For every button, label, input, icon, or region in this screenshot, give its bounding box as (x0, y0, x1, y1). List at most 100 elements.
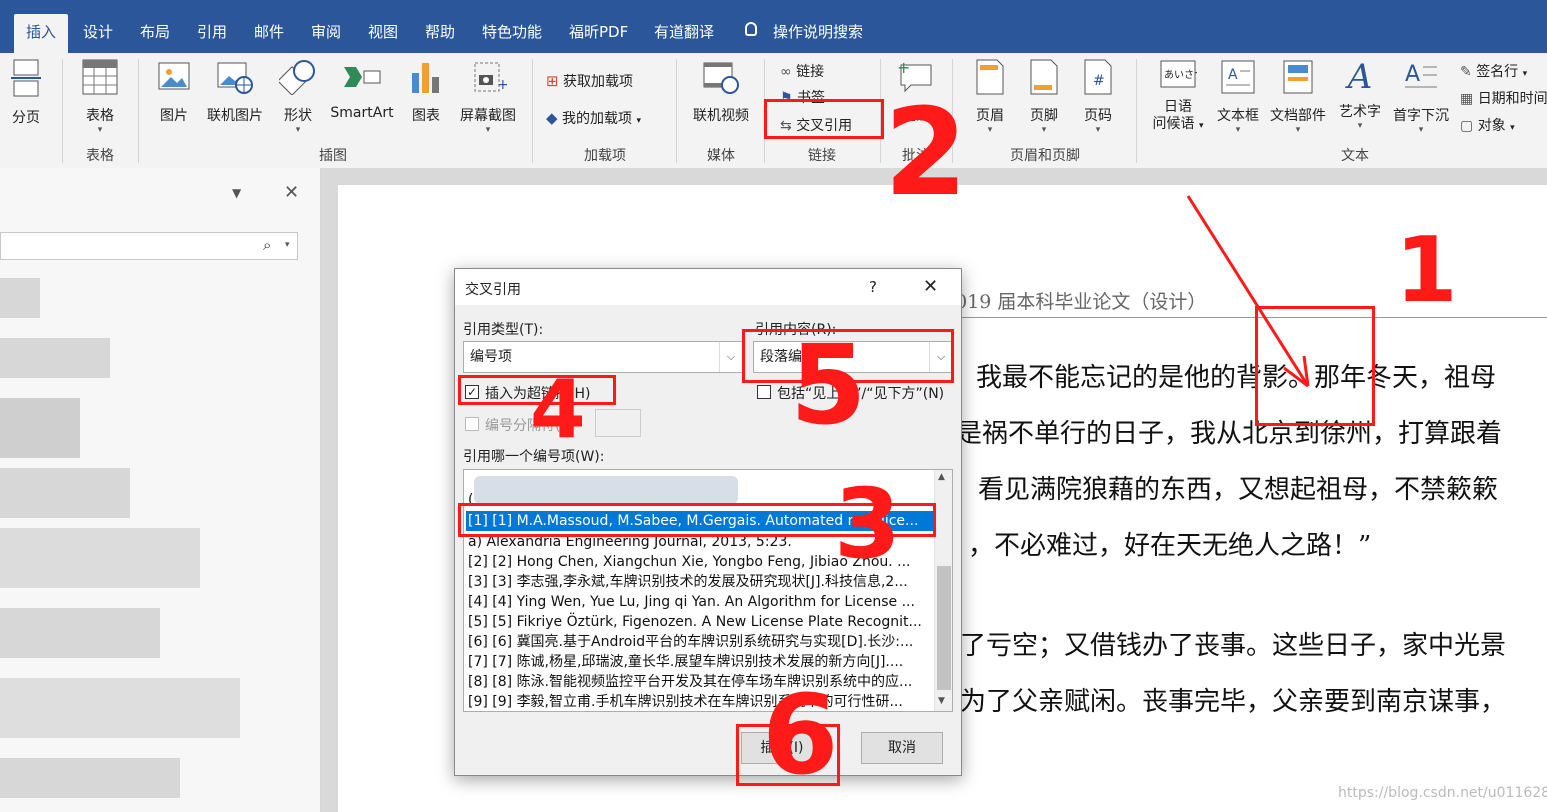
tab-references[interactable]: 引用 (185, 14, 239, 53)
doc-line-2: 是祸不单行的日子，我从北京到徐州，打算跟着 (956, 419, 1503, 449)
japanese-greeting-icon: あいさつ (1160, 60, 1204, 88)
list-item[interactable]: [9] [9] 李毅,智立甫.手机车牌识别技术在车牌识别系统中的可行性研... (468, 692, 928, 711)
close-icon[interactable]: ✕ (284, 182, 299, 203)
doc-line-3: 看见满院狼藉的东西，又想起祖母，不禁簌簌 (978, 475, 1499, 505)
header-button[interactable]: 页眉 ▾ (968, 59, 1012, 135)
help-button[interactable]: ? (869, 278, 877, 296)
quick-parts-button[interactable]: 文档部件 ▾ (1266, 59, 1330, 135)
pane-options-icon[interactable]: ▼ (232, 186, 241, 200)
signature-icon: ✎ (1460, 64, 1472, 80)
ribbon-separator (1136, 59, 1137, 163)
svg-text:#: # (1093, 73, 1105, 89)
shapes-icon (277, 60, 315, 96)
scroll-down-icon[interactable]: ▼ (938, 696, 945, 706)
list-item[interactable]: [6] [6] 冀国亮.基于Android平台的车牌识别系统研究与实现[D].长… (468, 632, 928, 652)
object-button[interactable]: ▢ 对象 ▾ (1460, 115, 1515, 135)
close-icon[interactable]: ✕ (923, 276, 938, 297)
dropcap-button[interactable]: A 首字下沉 ▾ (1388, 59, 1454, 135)
annotation-arrow (1186, 195, 1310, 388)
blurred-content (0, 398, 80, 458)
footer-button[interactable]: 页脚 ▾ (1022, 59, 1066, 135)
cancel-button[interactable]: 取消 (861, 732, 943, 764)
tab-design[interactable]: 设计 (71, 14, 125, 53)
textbox-icon: A (1221, 60, 1255, 94)
svg-text:+: + (897, 59, 910, 77)
japanese-greeting-button[interactable]: あいさつ 日语问候语 ▾ (1146, 59, 1210, 135)
screenshot-icon: + (474, 62, 509, 93)
signature-line-button[interactable]: ✎ 签名行 ▾ (1460, 61, 1527, 81)
tell-me-search[interactable]: 操作说明搜索 (761, 14, 875, 53)
my-addins-button[interactable]: ◆ 我的加载项 ▾ (546, 108, 641, 128)
addin-icon: ◆ (546, 109, 558, 127)
separator-input[interactable] (595, 409, 641, 437)
table-button[interactable]: 表格 ▾ (78, 59, 122, 135)
tab-review[interactable]: 审阅 (299, 14, 353, 53)
blurred-content (0, 608, 160, 658)
scroll-thumb[interactable] (937, 566, 951, 690)
date-time-button[interactable]: ▦ 日期和时间 (1460, 88, 1547, 108)
group-label-links: 链接 (808, 148, 836, 164)
tab-youdao[interactable]: 有道翻译 (642, 14, 726, 53)
ribbon-separator (138, 59, 139, 163)
dialog-title: 交叉引用 (465, 282, 521, 298)
ribbon-separator (62, 59, 63, 163)
lightbulb-icon (745, 22, 757, 36)
link-icon: ∞ (780, 64, 792, 80)
search-icon: ⌕ (263, 236, 272, 254)
navigation-search-input[interactable]: ⌕ ▾ (0, 232, 298, 260)
group-label-text: 文本 (1341, 148, 1369, 164)
tab-insert[interactable]: 插入 (14, 14, 69, 53)
tab-view[interactable]: 视图 (356, 14, 410, 53)
list-item[interactable]: [5] [5] Fikriye Öztürk, Figenozen. A New… (468, 612, 928, 632)
smartart-button[interactable]: SmartArt (326, 59, 398, 121)
tab-features[interactable]: 特色功能 (470, 14, 554, 53)
page-break-button[interactable]: 分页 (6, 59, 46, 127)
separator-checkbox[interactable] (465, 417, 479, 431)
svg-text:A: A (1405, 62, 1420, 87)
annotation-number-1: 1 (1395, 218, 1458, 323)
annotation-number-2: 2 (884, 84, 968, 223)
header-icon (976, 59, 1004, 95)
get-addins-button[interactable]: ⊞ 获取加载项 (546, 71, 633, 91)
wordart-icon: A (1347, 57, 1373, 97)
list-item[interactable]: [4] [4] Ying Wen, Yue Lu, Jing qi Yan. A… (468, 592, 928, 612)
list-scrollbar[interactable]: ▲ ▼ (934, 470, 952, 711)
textbox-button[interactable]: A 文本框 ▾ (1212, 59, 1264, 135)
japanese-greeting-label: 日语 问候语 ▾ (1152, 99, 1204, 132)
page-number-button[interactable]: # 页码 ▾ (1076, 59, 1120, 135)
tab-mailings[interactable]: 邮件 (242, 14, 296, 53)
list-item[interactable]: [8] [8] 陈泳.智能视频监控平台开发及其在停车场车牌识别系统中的应... (468, 672, 928, 692)
video-icon (703, 62, 739, 94)
blurred-content (0, 528, 200, 588)
chevron-down-icon: ⌵ (719, 342, 742, 372)
svg-text:あいさつ: あいさつ (1164, 69, 1197, 81)
list-item[interactable]: [7] [7] 陈诚,杨星,邱瑞波,童长华.展望车牌识别技术发展的新方向[J].… (468, 652, 928, 672)
wordart-button[interactable]: A 艺术字 ▾ (1334, 59, 1386, 131)
watermark-text: https://blog.csdn.net/u011628794 (1338, 785, 1547, 801)
scroll-up-icon[interactable]: ▲ (938, 472, 945, 482)
tab-help[interactable]: 帮助 (413, 14, 467, 53)
online-video-button[interactable]: 联机视频 (686, 59, 756, 125)
dropcap-icon: A (1405, 62, 1437, 88)
include-above-below-checkbox[interactable] (757, 385, 771, 399)
tab-foxit-pdf[interactable]: 福昕PDF (557, 14, 640, 53)
chevron-down-icon[interactable]: ▾ (285, 240, 290, 250)
tab-layout[interactable]: 布局 (128, 14, 182, 53)
chart-button[interactable]: 图表 (406, 59, 446, 125)
picture-button[interactable]: 图片 (152, 59, 196, 125)
svg-text:+: + (497, 77, 507, 93)
ref-type-select[interactable]: 编号项 ⌵ (463, 341, 743, 373)
group-label-table: 表格 (86, 148, 114, 164)
table-icon (82, 59, 118, 95)
group-label-addins: 加载项 (584, 148, 626, 164)
calendar-icon: ▦ (1460, 91, 1474, 107)
online-picture-button[interactable]: 联机图片 (204, 59, 266, 125)
blurred-content (0, 758, 180, 798)
page-number-icon: # (1084, 59, 1112, 95)
link-button[interactable]: ∞ 链接 (780, 61, 824, 81)
blurred-content (0, 338, 110, 378)
ribbon-separator (532, 59, 533, 163)
shapes-button[interactable]: 形状 ▾ (276, 59, 320, 135)
screenshot-button[interactable]: + 屏幕截图 ▾ (456, 59, 520, 135)
ribbon-tab-bar: 插入 设计 布局 引用 邮件 审阅 视图 帮助 特色功能 福昕PDF 有道翻译 … (0, 0, 1547, 53)
